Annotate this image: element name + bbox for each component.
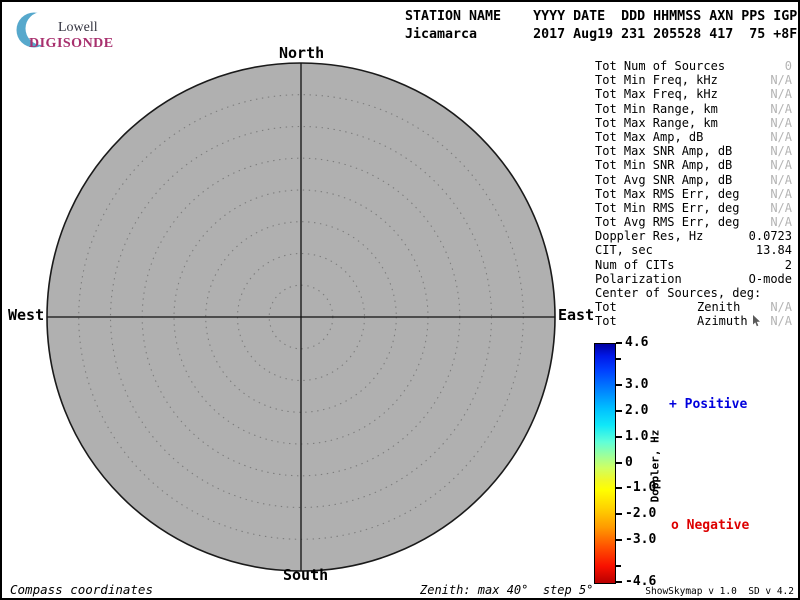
stats-mid-label: Zenith [697,300,740,314]
colorbar-major-tick [616,539,622,541]
stats-value: N/A [770,187,792,201]
compass-label-south: South [283,567,328,583]
stats-row: Tot Avg SNR Amp, dB N/A [595,173,792,187]
compass-label-west: West [8,307,44,323]
stats-row: Tot Num of Sources 0 [595,59,792,73]
stats-value: N/A [770,130,792,144]
stats-row: Tot Azimuth N/A [595,314,792,328]
colorbar-major-tick [616,410,622,412]
stats-value: N/A [770,300,792,314]
showskymap-window: Lowell DIGISONDE STATION NAME YYYY DATE … [0,0,800,600]
stats-label: Doppler Res, Hz [595,229,703,243]
stats-value: 0 [785,59,792,73]
stats-value: N/A [770,158,792,172]
stats-value: 13.84 [756,243,792,257]
station-value-row: Jicamarca 2017 Aug19 231 205528 417 75 +… [405,26,797,44]
stats-row: Tot Max RMS Err, deg N/A [595,187,792,201]
stats-value: N/A [770,144,792,158]
stats-value: 2 [785,258,792,272]
stats-row: Num of CITs 2 [595,258,792,272]
stats-label: Tot Min Freq, kHz [595,73,718,87]
mouse-cursor-icon [752,315,761,330]
stats-row: Tot Min RMS Err, deg N/A [595,201,792,215]
stats-value: N/A [770,215,792,229]
skymap-polar-plot [41,57,561,577]
version-label: ShowSkymap v 1.0 SD v 4.2 [645,586,794,597]
stats-label: Tot Max Freq, kHz [595,87,718,101]
colorbar-axis-label: Doppler, Hz [649,430,662,503]
stats-value: N/A [770,314,792,328]
stats-value: N/A [770,116,792,130]
stats-value: N/A [770,201,792,215]
coordinates-mode-label: Compass coordinates [10,582,153,597]
stats-row: Doppler Res, Hz 0.0723 [595,229,792,243]
colorbar-major-tick [616,342,622,344]
stats-row: Tot Max Range, km N/A [595,116,792,130]
doppler-colorbar [594,343,616,584]
colorbar-tick-label: -2.0 [625,507,656,521]
stats-row: Tot Min Range, km N/A [595,102,792,116]
compass-label-east: East [558,307,594,323]
stats-value: N/A [770,102,792,116]
stats-row: Tot Max Amp, dB N/A [595,130,792,144]
colorbar-tick-label: 3.0 [625,378,648,392]
stats-label: Tot Max SNR Amp, dB [595,144,732,158]
logo-digisonde-text: DIGISONDE [29,36,114,52]
stats-row: Tot Avg RMS Err, deg N/A [595,215,792,229]
colorbar-major-tick [616,581,622,583]
colorbar-tick-label: 4.6 [625,336,648,350]
legend-negative: o Negative [671,518,749,533]
stats-mid-label: Azimuth [697,314,748,328]
colorbar-major-tick [616,384,622,386]
stats-row: Tot Zenith N/A [595,300,792,314]
logo-lowell-text: Lowell [58,20,98,36]
stats-label: Tot [595,300,617,314]
stats-value: 0.0723 [749,229,792,243]
stats-row: Tot Min SNR Amp, dB N/A [595,158,792,172]
stats-label: Tot [595,314,617,328]
zenith-range-label: Zenith: max 40° step 5° [420,583,593,597]
stats-value: N/A [770,87,792,101]
stats-row: Polarization O-mode [595,272,792,286]
stats-row: Center of Sources, deg: [595,286,792,300]
stats-label: Center of Sources, deg: [595,286,761,300]
compass-label-north: North [279,45,324,61]
stats-label: Tot Min RMS Err, deg [595,201,740,215]
stats-label: Tot Avg RMS Err, deg [595,215,740,229]
stats-panel: Tot Num of Sources0Tot Min Freq, kHzN/AT… [595,59,792,329]
stats-label: Num of CITs [595,258,674,272]
colorbar-major-tick [616,487,622,489]
stats-value: N/A [770,173,792,187]
stats-label: Polarization [595,272,682,286]
stats-label: Tot Min SNR Amp, dB [595,158,732,172]
colorbar-minor-tick [616,358,621,360]
colorbar-major-tick [616,462,622,464]
colorbar-tick-label: 1.0 [625,430,648,444]
stats-label: CIT, sec [595,243,653,257]
colorbar-tick-label: 2.0 [625,404,648,418]
stats-label: Tot Min Range, km [595,102,718,116]
legend-positive: + Positive [669,397,747,412]
stats-row: CIT, sec 13.84 [595,243,792,257]
colorbar-major-tick [616,513,622,515]
colorbar-tick-label: -3.0 [625,533,656,547]
stats-label: Tot Max Amp, dB [595,130,703,144]
stats-row: Tot Min Freq, kHz N/A [595,73,792,87]
stats-row: Tot Max SNR Amp, dB N/A [595,144,792,158]
stats-label: Tot Max Range, km [595,116,718,130]
stats-label: Tot Max RMS Err, deg [595,187,740,201]
stats-value: N/A [770,73,792,87]
stats-row: Tot Max Freq, kHz N/A [595,87,792,101]
lowell-digisonde-logo: Lowell DIGISONDE [10,7,150,53]
colorbar-major-tick [616,436,622,438]
stats-label: Tot Avg SNR Amp, dB [595,173,732,187]
stats-value: O-mode [749,272,792,286]
station-header-row: STATION NAME YYYY DATE DDD HHMMSS AXN PP… [405,8,797,26]
stats-label: Tot Num of Sources [595,59,725,73]
colorbar-tick-label: 0 [625,456,633,470]
colorbar-minor-tick [616,565,621,567]
